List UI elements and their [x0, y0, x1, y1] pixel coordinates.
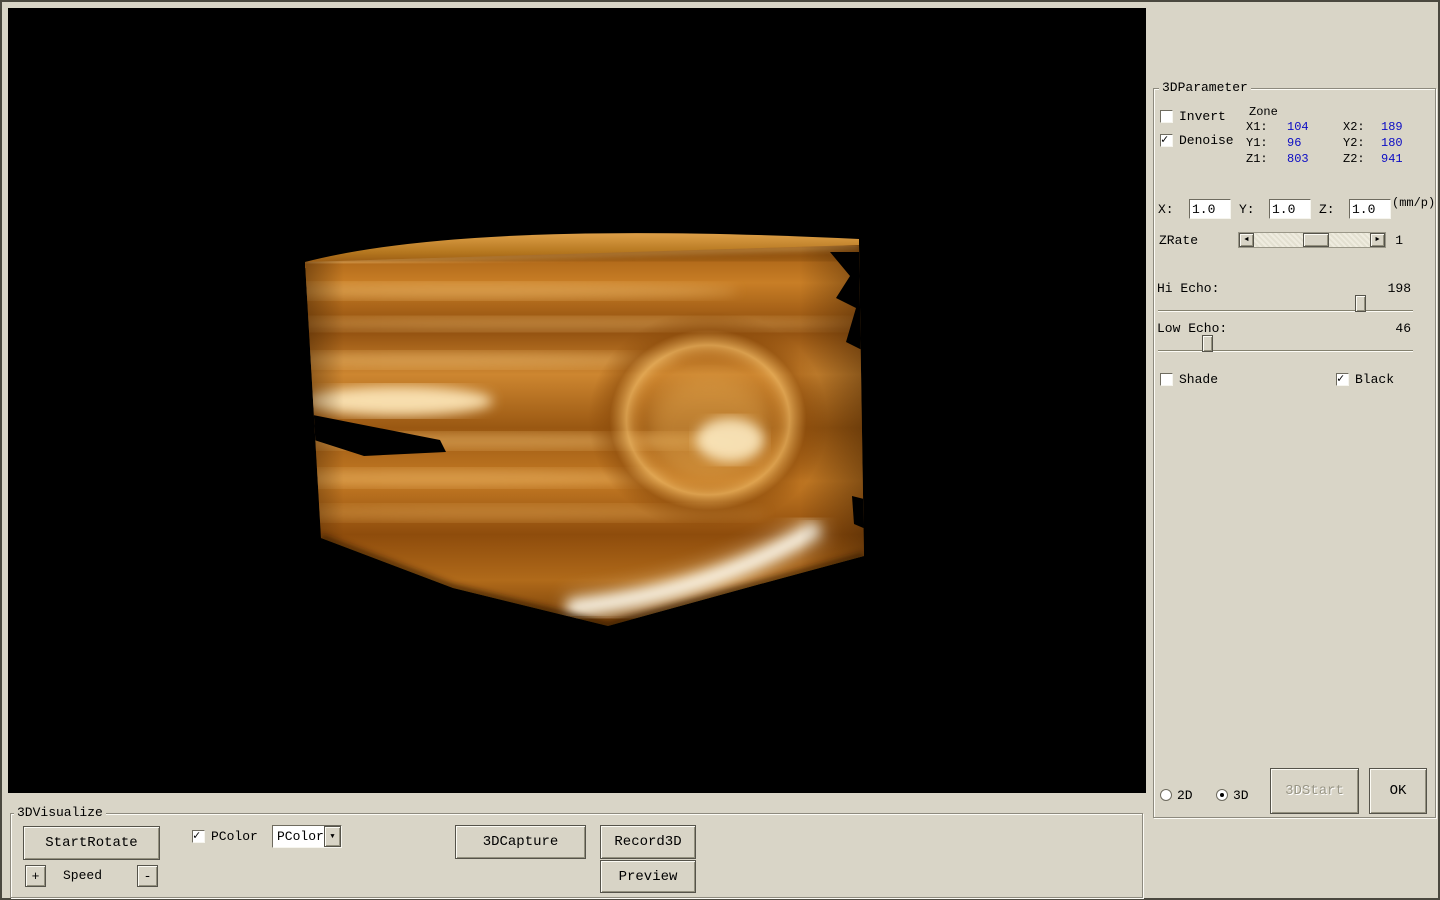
low-echo-label: Low Echo: [1157, 321, 1227, 336]
radio-2d-label[interactable]: 2D [1177, 788, 1193, 803]
scale-unit-label: (mm/p) [1392, 196, 1435, 210]
scale-x-label: X: [1158, 202, 1174, 217]
scale-z-label: Z: [1319, 202, 1335, 217]
scroll-left-icon: ◄ [1244, 236, 1248, 244]
zone-x2-value: 189 [1381, 120, 1403, 134]
dropdown-arrow-button[interactable]: ▼ [324, 826, 341, 847]
black-label[interactable]: Black [1355, 372, 1394, 387]
zone-y1-label: Y1: [1246, 136, 1268, 150]
zone-x1-label: X1: [1246, 120, 1268, 134]
zone-x1-value: 104 [1287, 120, 1309, 134]
low-echo-slider-thumb[interactable] [1202, 335, 1213, 352]
hi-echo-value: 198 [1388, 281, 1411, 296]
low-echo-slider-track[interactable] [1158, 350, 1413, 352]
check-icon: ✓ [1161, 132, 1168, 147]
visualize-panel-title: 3DVisualize [14, 805, 106, 820]
zrate-scroll-right-button[interactable]: ► [1370, 233, 1385, 247]
check-icon: ✓ [1337, 371, 1344, 386]
zrate-scroll-left-button[interactable]: ◄ [1239, 233, 1254, 247]
pcolor-label[interactable]: PColor [211, 829, 258, 844]
zone-y2-value: 180 [1381, 136, 1403, 150]
black-checkbox[interactable]: ✓ [1336, 373, 1349, 386]
visualize-panel: 3DVisualize StartRotate + Speed - ✓ PCol… [10, 813, 1143, 898]
shade-label[interactable]: Shade [1179, 372, 1218, 387]
hi-echo-slider-thumb[interactable] [1355, 295, 1366, 312]
zone-title: Zone [1249, 105, 1278, 119]
start-rotate-button[interactable]: StartRotate [23, 826, 160, 860]
render-viewport[interactable] [8, 8, 1146, 793]
invert-checkbox[interactable] [1160, 110, 1173, 123]
shade-checkbox[interactable] [1160, 373, 1173, 386]
denoise-label[interactable]: Denoise [1179, 133, 1234, 148]
capture-3d-button[interactable]: 3DCapture [455, 825, 586, 859]
speed-label: Speed [63, 868, 102, 883]
zone-y1-value: 96 [1287, 136, 1301, 150]
preview-button[interactable]: Preview [600, 860, 696, 893]
chevron-down-icon: ▼ [330, 833, 334, 841]
speed-minus-button[interactable]: - [137, 865, 158, 887]
radio-3d[interactable] [1216, 789, 1228, 801]
zone-z2-label: Z2: [1343, 152, 1365, 166]
low-echo-value: 46 [1395, 321, 1411, 336]
invert-label[interactable]: Invert [1179, 109, 1226, 124]
scale-y-label: Y: [1239, 202, 1255, 217]
start3d-button[interactable]: 3DStart [1270, 768, 1359, 814]
denoise-checkbox[interactable]: ✓ [1160, 134, 1173, 147]
param-panel-title: 3DParameter [1159, 80, 1251, 95]
zrate-scroll-track[interactable] [1254, 233, 1370, 247]
zone-z2-value: 941 [1381, 152, 1403, 166]
pcolor-dropdown-value: PColor [273, 829, 324, 844]
radio-2d[interactable] [1160, 789, 1172, 801]
zrate-scroll-thumb[interactable] [1303, 233, 1329, 247]
zone-y2-label: Y2: [1343, 136, 1365, 150]
zone-x2-label: X2: [1343, 120, 1365, 134]
record-3d-button[interactable]: Record3D [600, 825, 696, 859]
hi-echo-slider-track[interactable] [1158, 310, 1413, 312]
volume-render-3d [8, 8, 1146, 793]
zone-z1-label: Z1: [1246, 152, 1268, 166]
scale-x-input[interactable] [1189, 199, 1231, 219]
radio-3d-label[interactable]: 3D [1233, 788, 1249, 803]
check-icon: ✓ [193, 828, 200, 843]
app-window: 3DParameter Invert ✓ Denoise Zone X1: 10… [0, 0, 1440, 900]
zrate-value: 1 [1395, 233, 1403, 248]
zrate-scrollbar[interactable]: ◄ ► [1238, 232, 1386, 248]
pcolor-dropdown[interactable]: PColor ▼ [272, 825, 342, 848]
speed-plus-button[interactable]: + [25, 865, 46, 887]
pcolor-checkbox[interactable]: ✓ [192, 830, 205, 843]
scale-z-input[interactable] [1349, 199, 1391, 219]
ok-button[interactable]: OK [1369, 768, 1427, 814]
param-panel: 3DParameter Invert ✓ Denoise Zone X1: 10… [1153, 88, 1436, 818]
scale-y-input[interactable] [1269, 199, 1311, 219]
scroll-right-icon: ► [1375, 236, 1379, 244]
hi-echo-label: Hi Echo: [1157, 281, 1219, 296]
zrate-label: ZRate [1159, 233, 1198, 248]
zone-z1-value: 803 [1287, 152, 1309, 166]
